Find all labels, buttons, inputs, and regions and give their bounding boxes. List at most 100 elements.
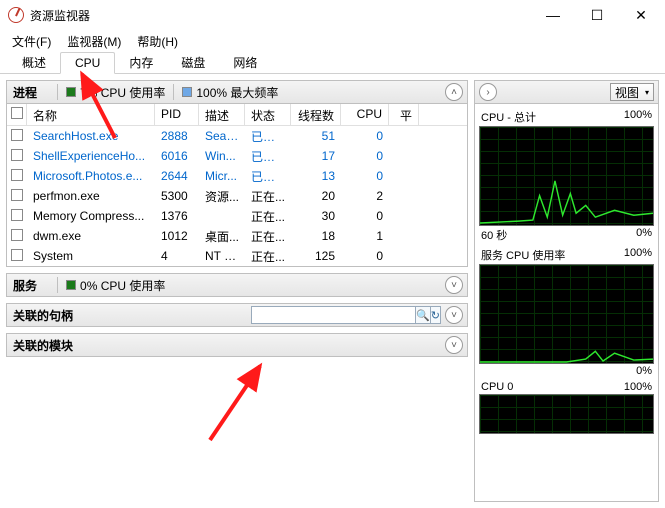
- cell-name: perfmon.exe: [27, 186, 155, 206]
- processes-header[interactable]: 进程 7% CPU 使用率 100% 最大频率 ˄: [6, 80, 468, 104]
- processes-collapse-button[interactable]: ˄: [445, 83, 463, 101]
- cell-desc: 桌面...: [199, 225, 245, 248]
- col-checkbox[interactable]: [7, 104, 27, 125]
- minimize-button[interactable]: —: [531, 0, 575, 30]
- table-row[interactable]: Microsoft.Photos.e...2644Micr...已暂停130: [7, 166, 467, 186]
- chart-foot-right: 0%: [636, 227, 652, 243]
- col-avg[interactable]: 平: [389, 104, 419, 125]
- menu-help[interactable]: 帮助(H): [129, 31, 186, 52]
- cell-avg: [389, 233, 419, 239]
- chevron-right-icon: ›: [486, 87, 489, 98]
- col-pid[interactable]: PID: [155, 104, 199, 125]
- chevron-down-icon: ˅: [451, 310, 457, 321]
- search-button[interactable]: 🔍: [416, 306, 431, 324]
- processes-panel: 进程 7% CPU 使用率 100% 最大频率 ˄ 名称 PID 描述 状态 线…: [6, 80, 468, 267]
- row-checkbox[interactable]: [11, 229, 23, 241]
- chart-title-label: 服务 CPU 使用率: [481, 247, 565, 263]
- cell-cpu: 0: [341, 206, 389, 226]
- cell-status: 正在...: [245, 245, 291, 268]
- close-button[interactable]: ✕: [619, 0, 663, 30]
- chart-cpu-0: CPU 0100%: [479, 380, 654, 434]
- cell-threads: 125: [291, 246, 341, 266]
- services-usage-label: 0% CPU 使用率: [80, 277, 165, 294]
- cell-threads: 18: [291, 226, 341, 246]
- cell-pid: 2888: [155, 126, 199, 146]
- chart-max-label: 100%: [624, 247, 652, 263]
- cell-name: SearchHost.exe: [27, 126, 155, 146]
- cell-cpu: 0: [341, 246, 389, 266]
- maximize-button[interactable]: ☐: [575, 0, 619, 30]
- chart-title-label: CPU 0: [481, 381, 513, 393]
- cell-threads: 17: [291, 146, 341, 166]
- row-checkbox[interactable]: [11, 149, 23, 161]
- cell-threads: 20: [291, 186, 341, 206]
- charts-expand-button[interactable]: ›: [479, 83, 497, 101]
- table-row[interactable]: dwm.exe1012桌面...正在...181: [7, 226, 467, 246]
- tab-network[interactable]: 网络: [219, 51, 271, 74]
- cell-avg: [389, 253, 419, 259]
- dropdown-icon: ▾: [645, 88, 649, 97]
- services-header[interactable]: 服务 0% CPU 使用率 ˅: [6, 273, 468, 297]
- table-row[interactable]: SearchHost.exe2888Sear...已暂停510: [7, 126, 467, 146]
- cell-cpu: 2: [341, 186, 389, 206]
- cell-desc: 资源...: [199, 185, 245, 208]
- modules-header[interactable]: 关联的模块 ˅: [6, 333, 468, 357]
- cpu-usage-icon: [66, 87, 76, 97]
- row-checkbox[interactable]: [11, 129, 23, 141]
- window-title: 资源监视器: [30, 7, 90, 24]
- table-row[interactable]: ShellExperienceHo...6016Win...已暂停170: [7, 146, 467, 166]
- refresh-icon: ↻: [431, 309, 440, 322]
- handles-collapse-button[interactable]: ˅: [445, 306, 463, 324]
- cell-avg: [389, 173, 419, 179]
- cell-avg: [389, 213, 419, 219]
- cell-threads: 30: [291, 206, 341, 226]
- app-icon: [8, 7, 24, 23]
- services-collapse-button[interactable]: ˅: [445, 276, 463, 294]
- modules-collapse-button[interactable]: ˅: [445, 336, 463, 354]
- cpu-maxfreq-icon: [182, 87, 192, 97]
- cell-avg: [389, 193, 419, 199]
- row-checkbox[interactable]: [11, 189, 23, 201]
- chart-max-label: 100%: [624, 109, 652, 125]
- chart-cpu-total: CPU - 总计100% 60 秒0%: [479, 108, 654, 244]
- view-dropdown[interactable]: 视图 ▾: [610, 83, 654, 101]
- row-checkbox[interactable]: [11, 209, 23, 221]
- search-icon: 🔍: [416, 309, 430, 322]
- table-row[interactable]: System4NT K...正在...1250: [7, 246, 467, 266]
- chevron-down-icon: ˅: [451, 340, 457, 351]
- menu-bar: 文件(F) 监视器(M) 帮助(H): [0, 30, 665, 52]
- modules-title: 关联的模块: [13, 337, 73, 354]
- processes-column-headers: 名称 PID 描述 状态 线程数 CPU 平: [7, 104, 467, 126]
- table-row[interactable]: Memory Compress...1376正在...300: [7, 206, 467, 226]
- refresh-button[interactable]: ↻: [431, 306, 441, 324]
- tab-cpu[interactable]: CPU: [60, 52, 115, 74]
- cell-pid: 4: [155, 246, 199, 266]
- col-name[interactable]: 名称: [27, 104, 155, 125]
- cpu-usage-label: 7% CPU 使用率: [80, 84, 165, 101]
- row-checkbox[interactable]: [11, 169, 23, 181]
- table-row[interactable]: perfmon.exe5300资源...正在...202: [7, 186, 467, 206]
- col-threads[interactable]: 线程数: [291, 104, 341, 125]
- chevron-down-icon: ˅: [451, 280, 457, 291]
- tab-memory[interactable]: 内存: [115, 51, 167, 74]
- menu-monitor[interactable]: 监视器(M): [59, 31, 129, 52]
- cell-cpu: 0: [341, 146, 389, 166]
- col-cpu[interactable]: CPU: [341, 104, 389, 125]
- chart-foot-right: 0%: [636, 365, 652, 377]
- tab-disk[interactable]: 磁盘: [167, 51, 219, 74]
- tab-overview[interactable]: 概述: [8, 51, 60, 74]
- cell-name: dwm.exe: [27, 226, 155, 246]
- cell-desc: Win...: [199, 146, 245, 166]
- view-label: 视图: [615, 84, 639, 101]
- cpu-maxfreq-label: 100% 最大频率: [196, 84, 278, 101]
- col-status[interactable]: 状态: [245, 104, 291, 125]
- col-desc[interactable]: 描述: [199, 104, 245, 125]
- row-checkbox[interactable]: [11, 249, 23, 261]
- chevron-up-icon: ˄: [451, 87, 457, 98]
- handles-header[interactable]: 关联的句柄 🔍 ↻ ˅: [6, 303, 468, 327]
- cell-pid: 2644: [155, 166, 199, 186]
- menu-file[interactable]: 文件(F): [4, 31, 59, 52]
- chart-cpu-service: 服务 CPU 使用率 100% 0%: [479, 246, 654, 378]
- cell-name: Microsoft.Photos.e...: [27, 166, 155, 186]
- handles-search-input[interactable]: [251, 306, 416, 324]
